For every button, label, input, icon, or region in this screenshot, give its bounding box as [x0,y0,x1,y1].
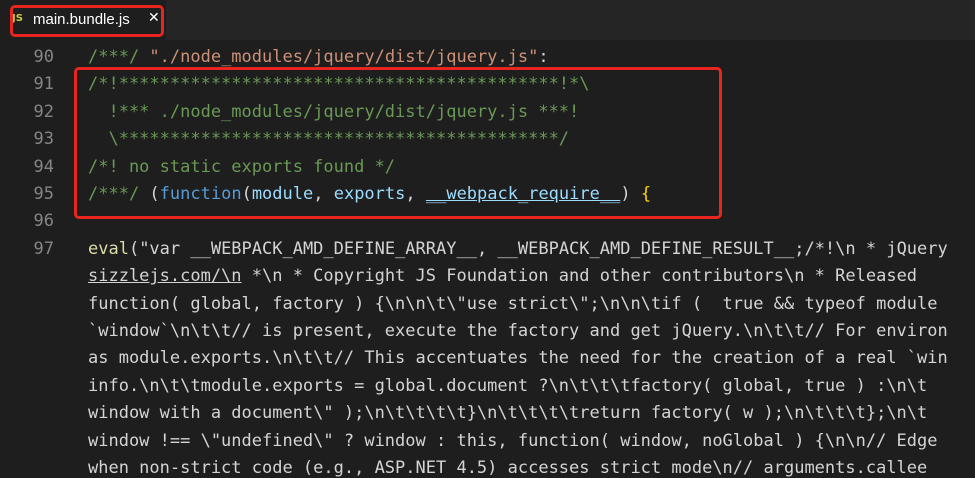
line-number: 95 [33,184,54,204]
line-number: 92 [33,101,54,122]
code-token: ("var __WEBPACK_AMD_DEFINE_ARRAY__, __WE… [128,238,948,259]
line-number: 94 [33,156,54,177]
code-highlight-box [74,67,722,219]
code-token: eval [88,238,129,259]
code-token: function( global, factory ) {\n\n\t\"use… [88,293,938,314]
code-line[interactable]: `window`\n\t\t// is present, execute the… [88,321,948,341]
code-line[interactable]: info.\n\t\tmodule.exports = global.docum… [88,376,927,396]
code-token: /***/ [88,47,150,67]
code-token: info.\n\t\tmodule.exports = global.docum… [88,375,928,396]
code-line[interactable]: function( global, factory ) {\n\n\t\"use… [88,294,938,314]
line-number: 97 [33,238,54,259]
code-token: `window`\n\t\t// is present, execute the… [88,321,948,341]
code-token: : [538,47,549,67]
code-line[interactable]: window !== \"undefined\" ? window : this… [88,431,938,451]
tab-bar: JS main.bundle.js ✕ [0,0,975,40]
line-number: 96 [33,211,54,232]
code-line[interactable]: /***/ "./node_modules/jquery/dist/jquery… [88,47,549,67]
tab-highlight-box [10,5,164,37]
line-number: 90 [33,47,54,67]
code-token: "./node_modules/jquery/dist/jquery.js" [149,47,539,67]
line-number: 93 [33,129,54,150]
code-line[interactable]: eval("var __WEBPACK_AMD_DEFINE_ARRAY__, … [88,239,948,259]
code-token: *\n * Copyright JS Foundation and other … [241,266,918,287]
line-number: 91 [33,74,54,95]
code-line[interactable]: sizzlejs.com/\n *\n * Copyright JS Found… [88,266,917,286]
code-line[interactable]: as module.exports.\n\t\t// This accentua… [88,348,948,368]
code-line[interactable]: when non-strict code (e.g., ASP.NET 4.5)… [88,458,927,478]
code-token: as module.exports.\n\t\t// This accentua… [88,348,948,369]
code-token: sizzlejs.com/\n [88,266,242,287]
code-token: window with a document\" );\n\t\t\t\t}\n… [88,403,928,424]
code-token: window !== \"undefined\" ? window : this… [88,430,938,451]
code-line[interactable]: window with a document\" );\n\t\t\t\t}\n… [88,403,927,423]
code-token: when non-strict code (e.g., ASP.NET 4.5)… [88,458,928,478]
